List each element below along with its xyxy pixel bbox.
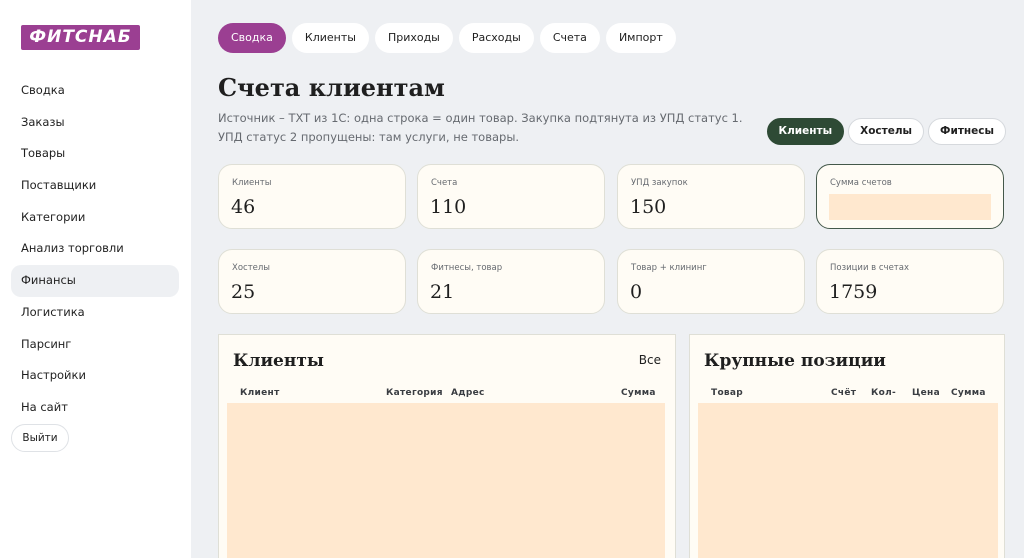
stat-label: Товар + клининг	[631, 263, 707, 273]
sidebar-item-suppliers[interactable]: Поставщики	[11, 170, 179, 202]
see-all-link[interactable]: Все	[639, 353, 661, 367]
column-header-qty[interactable]: Кол-	[871, 388, 896, 398]
column-header-address[interactable]: Адрес	[451, 388, 485, 398]
sidebar-item-parsing[interactable]: Парсинг	[11, 329, 179, 361]
filter-fitness[interactable]: Фитнесы	[928, 118, 1006, 145]
tab-summary[interactable]: Сводка	[218, 23, 286, 53]
section-tabs: Сводка Клиенты Приходы Расходы Счета Имп…	[218, 23, 676, 53]
page-subtitle: Источник – TXT из 1С: одна строка = один…	[218, 111, 743, 144]
stat-label: Хостелы	[232, 263, 271, 273]
stat-card-hostels: Хостелы 25	[218, 249, 406, 314]
sidebar-nav: Сводка Заказы Товары Поставщики Категори…	[11, 75, 179, 424]
column-header-category[interactable]: Категория	[386, 388, 443, 398]
sidebar-item-categories[interactable]: Категории	[11, 202, 179, 234]
panel-title: Крупные позиции	[704, 351, 886, 371]
sidebar-item-trade-analysis[interactable]: Анализ торговли	[11, 233, 179, 265]
sidebar: ФИТСНАБ Сводка Заказы Товары Поставщики …	[0, 0, 191, 558]
column-header-price[interactable]: Цена	[912, 388, 940, 398]
column-header-product[interactable]: Товар	[711, 388, 743, 398]
tab-expenses[interactable]: Расходы	[458, 23, 534, 53]
tab-invoices[interactable]: Счета	[539, 23, 600, 53]
stat-card-positions: Позиции в счетах 1759	[816, 249, 1004, 314]
stat-value: 150	[630, 196, 667, 218]
stat-card-sum: Сумма счетов	[816, 164, 1004, 229]
logout-button[interactable]: Выйти	[11, 424, 69, 452]
sidebar-item-finance[interactable]: Финансы	[11, 265, 179, 297]
stat-label: УПД закупок	[631, 178, 688, 188]
panel-title: Клиенты	[233, 351, 324, 371]
stat-label: Позиции в счетах	[830, 263, 909, 273]
stat-label: Счета	[431, 178, 458, 188]
sidebar-item-to-site[interactable]: На сайт	[11, 392, 179, 424]
stat-card-cleaning: Товар + клининг 0	[617, 249, 805, 314]
brand-logo[interactable]: ФИТСНАБ	[21, 25, 140, 50]
sidebar-item-settings[interactable]: Настройки	[11, 360, 179, 392]
tab-clients[interactable]: Клиенты	[291, 23, 369, 53]
stat-card-clients: Клиенты 46	[218, 164, 406, 229]
page-title: Счета клиентам	[218, 73, 445, 102]
stat-card-invoices: Счета 110	[417, 164, 605, 229]
stat-value: 46	[231, 196, 256, 218]
filter-clients[interactable]: Клиенты	[766, 118, 845, 145]
stat-value: 25	[231, 281, 256, 303]
column-header-sum[interactable]: Сумма	[951, 388, 986, 398]
stat-value: 21	[430, 281, 455, 303]
sidebar-item-summary[interactable]: Сводка	[11, 75, 179, 107]
stat-label: Сумма счетов	[830, 178, 892, 188]
sidebar-item-logistics[interactable]: Логистика	[11, 297, 179, 329]
positions-panel: Крупные позиции Товар Счёт Кол- Цена Сум…	[689, 334, 1005, 558]
sidebar-item-products[interactable]: Товары	[11, 138, 179, 170]
column-header-sum[interactable]: Сумма	[621, 388, 656, 398]
clients-panel: Клиенты Все Клиент Категория Адрес Сумма	[218, 334, 676, 558]
segment-filters: Клиенты Хостелы Фитнесы	[766, 118, 1006, 145]
stat-label: Фитнесы, товар	[431, 263, 503, 273]
tab-receipts[interactable]: Приходы	[374, 23, 453, 53]
stat-value-placeholder	[829, 194, 991, 220]
filter-hostels[interactable]: Хостелы	[848, 118, 925, 145]
stat-value: 1759	[829, 281, 878, 303]
stat-card-fitness: Фитнесы, товар 21	[417, 249, 605, 314]
column-header-invoice[interactable]: Счёт	[831, 388, 856, 398]
sidebar-item-orders[interactable]: Заказы	[11, 107, 179, 139]
stat-label: Клиенты	[232, 178, 272, 188]
column-header-client[interactable]: Клиент	[240, 388, 280, 398]
table-body-placeholder	[698, 403, 998, 558]
stat-card-upd: УПД закупок 150	[617, 164, 805, 229]
stat-value: 0	[630, 281, 643, 303]
tab-import[interactable]: Импорт	[605, 23, 676, 53]
stat-value: 110	[430, 196, 467, 218]
table-body-placeholder	[227, 403, 665, 558]
